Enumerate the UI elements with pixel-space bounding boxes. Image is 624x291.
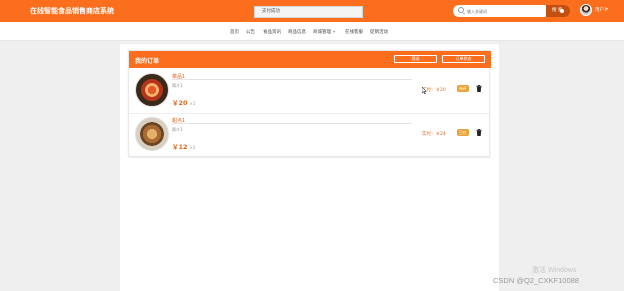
- nav-item-promotion[interactable]: 促销活动: [370, 29, 388, 35]
- price-value: ￥20: [172, 99, 188, 107]
- order-panel-title: 我的订单: [135, 58, 160, 65]
- nav-item-mall[interactable]: 商城管理: [313, 29, 335, 35]
- nav-item-label: 商城管理: [313, 30, 331, 35]
- nav-item-label: 首页: [230, 30, 239, 35]
- avatar[interactable]: [580, 4, 592, 16]
- csdn-credit: CSDN @Q2_CXKF10088: [493, 276, 579, 285]
- nav-item-label: 商品信息: [288, 30, 306, 35]
- search-input[interactable]: [467, 5, 543, 17]
- activate-windows-watermark: 激活 Windows: [532, 267, 577, 274]
- order-panel: 我的订单 筛选 订单状态 菜品1 简介1 ￥20 ×1 实付：￥20 待评 甜点1…: [128, 50, 491, 158]
- search-icon: [458, 7, 464, 13]
- nav-item-label: 在线客服: [345, 30, 363, 35]
- order-panel-header: 我的订单 筛选 订单状态: [129, 51, 491, 68]
- nav-item-service[interactable]: 在线客服: [345, 29, 363, 35]
- nav-item-news[interactable]: 食品资讯: [263, 29, 281, 35]
- trash-icon[interactable]: [476, 85, 482, 92]
- nav-item-products[interactable]: 商品信息: [288, 29, 306, 35]
- status-badge[interactable]: 已付: [457, 129, 469, 136]
- main-nav: 首页 公告 食品资讯 商品信息 商城管理 在线客服 促销活动: [0, 22, 624, 41]
- food-image[interactable]: [135, 117, 169, 151]
- filter-button[interactable]: 筛选: [394, 55, 437, 63]
- search-box[interactable]: [453, 5, 546, 17]
- quantity: ×2: [189, 145, 196, 150]
- site-title: 在线智能食品销售商店系统: [30, 8, 114, 15]
- food-desc: 简介1: [172, 83, 183, 88]
- quantity: ×1: [189, 101, 196, 106]
- divider: [172, 123, 412, 124]
- food-price: ￥12 ×2: [172, 141, 195, 151]
- trash-icon[interactable]: [476, 129, 482, 136]
- food-desc: 简介1: [172, 127, 183, 132]
- chevron-down-icon[interactable]: [606, 8, 608, 10]
- food-price: ￥20 ×1: [172, 97, 195, 107]
- status-badge[interactable]: 待评: [457, 85, 469, 92]
- nav-item-notice[interactable]: 公告: [246, 29, 255, 35]
- chevron-down-icon: [333, 30, 335, 33]
- food-image[interactable]: [135, 73, 169, 107]
- order-row: 甜点1 简介1 ￥12 ×2 实付：￥24 已付: [129, 114, 491, 158]
- nav-item-label: 食品资讯: [263, 30, 281, 35]
- nav-item-label: 公告: [246, 30, 255, 35]
- order-row: 菜品1 简介1 ￥20 ×1 实付：￥20 待评: [129, 70, 491, 114]
- subtotal: 实付：￥24: [422, 132, 446, 137]
- nav-item-label: 促销活动: [370, 30, 388, 35]
- toast-message: 支付成功: [254, 6, 363, 18]
- cursor-icon: [422, 87, 427, 94]
- nav-item-home[interactable]: 首页: [230, 29, 239, 35]
- price-value: ￥12: [172, 143, 188, 151]
- search-button[interactable]: 搜 索: [546, 5, 570, 17]
- divider: [172, 79, 412, 80]
- search-button-dot-icon: [560, 9, 564, 13]
- order-status-button[interactable]: 订单状态: [442, 55, 485, 63]
